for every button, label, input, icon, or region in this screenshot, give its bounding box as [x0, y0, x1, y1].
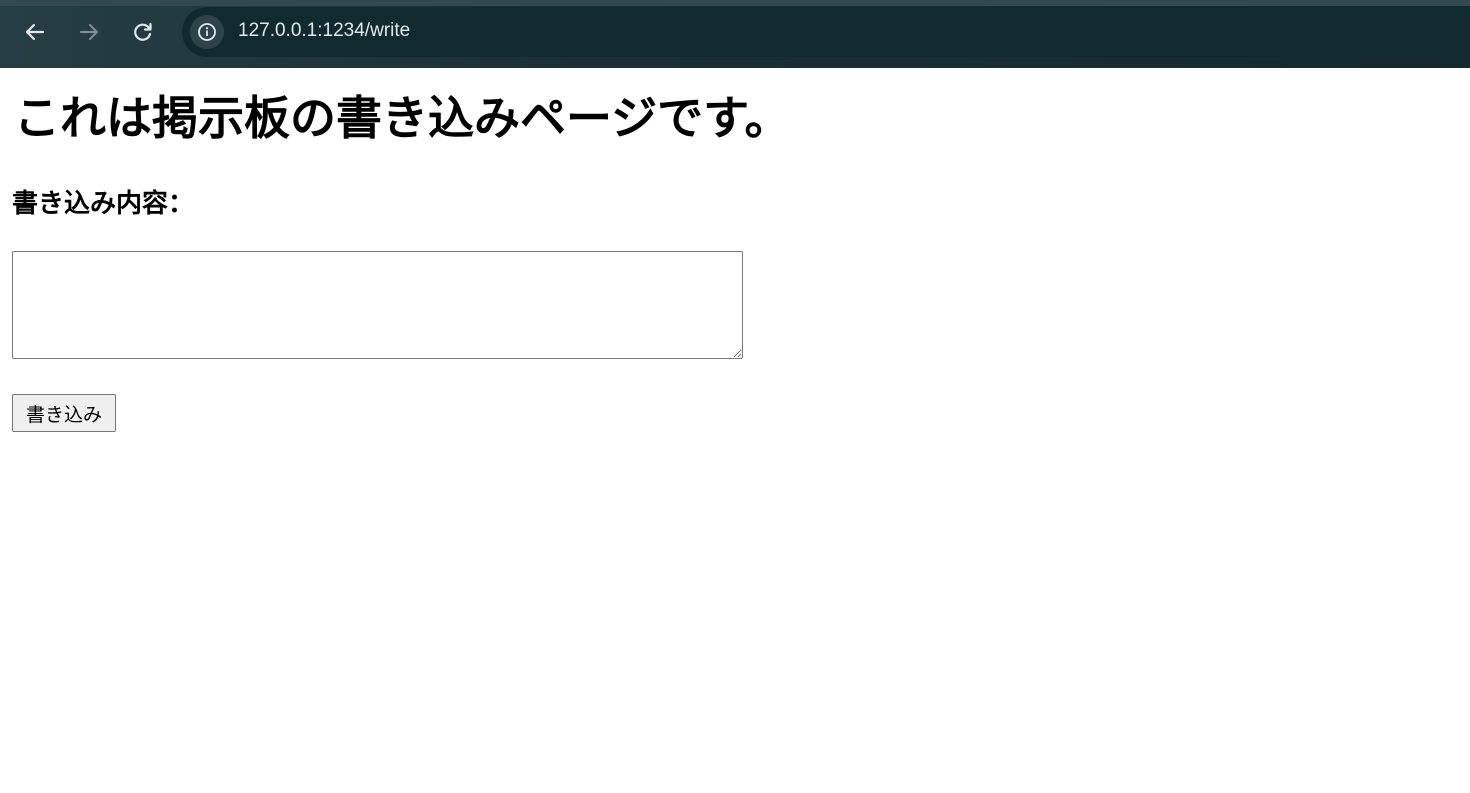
forward-button[interactable]	[75, 18, 103, 46]
arrow-left-icon	[25, 23, 45, 41]
browser-toolbar: 127.0.0.1:1234/write	[0, 0, 1470, 68]
page-content: これは掲示板の書き込みページです。 書き込み内容： 書き込み	[0, 68, 1470, 793]
reload-icon	[134, 22, 152, 41]
url-text[interactable]: 127.0.0.1:1234/write	[238, 20, 410, 42]
content-label: 書き込み内容：	[12, 189, 195, 219]
arrow-right-icon	[79, 23, 99, 41]
back-button[interactable]	[21, 18, 49, 46]
submit-button[interactable]: 書き込み	[12, 394, 116, 432]
page-title: これは掲示板の書き込みページです。	[14, 91, 791, 145]
site-info-button[interactable]	[190, 15, 224, 49]
reload-button[interactable]	[129, 18, 157, 46]
content-textarea[interactable]	[12, 251, 743, 359]
info-icon	[198, 23, 216, 41]
address-bar[interactable]: 127.0.0.1:1234/write	[182, 7, 1470, 57]
